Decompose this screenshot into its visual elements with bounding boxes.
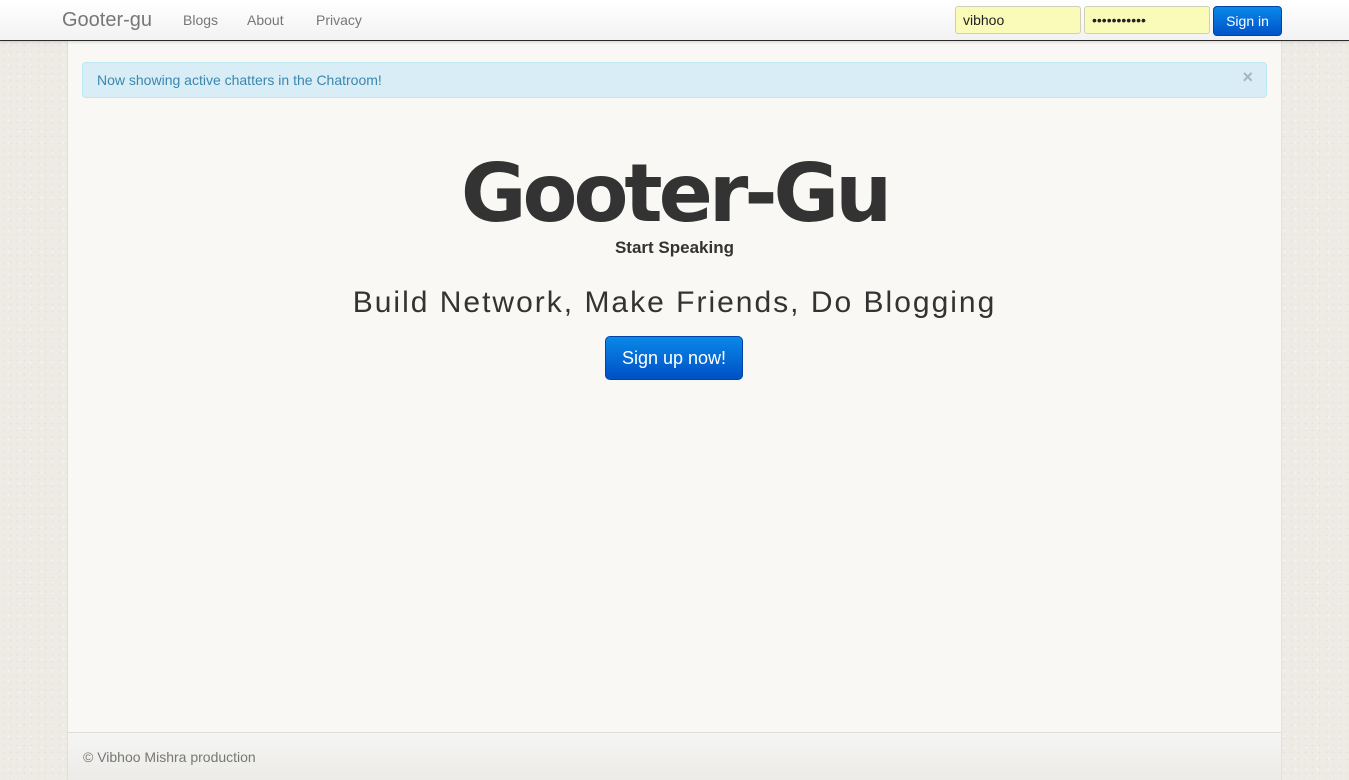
hero-tagline: Build Network, Make Friends, Do Blogging — [352, 286, 997, 319]
brand-link[interactable]: Gooter-gu — [62, 9, 152, 32]
username-input[interactable] — [955, 6, 1081, 34]
top-navbar: Gooter-gu Blogs About Privacy Sign in — [0, 0, 1349, 41]
footer: © Vibhoo Mishra production — [67, 732, 1282, 780]
nav-link-blogs[interactable]: Blogs — [183, 12, 218, 28]
footer-credit: © Vibhoo Mishra production — [83, 749, 256, 765]
hero-subtitle: Start Speaking — [614, 238, 735, 257]
info-alert: Now showing active chatters in the Chatr… — [82, 62, 1267, 98]
nav-link-privacy[interactable]: Privacy — [316, 12, 362, 28]
password-input[interactable] — [1084, 6, 1210, 34]
hero-title: Gooter-Gu — [460, 147, 892, 240]
nav-link-about[interactable]: About — [247, 12, 284, 28]
alert-message: Now showing active chatters in the Chatr… — [97, 72, 382, 88]
close-icon[interactable]: × — [1242, 67, 1253, 87]
sign-in-button[interactable]: Sign in — [1213, 6, 1282, 36]
sign-up-button[interactable]: Sign up now! — [605, 336, 743, 380]
